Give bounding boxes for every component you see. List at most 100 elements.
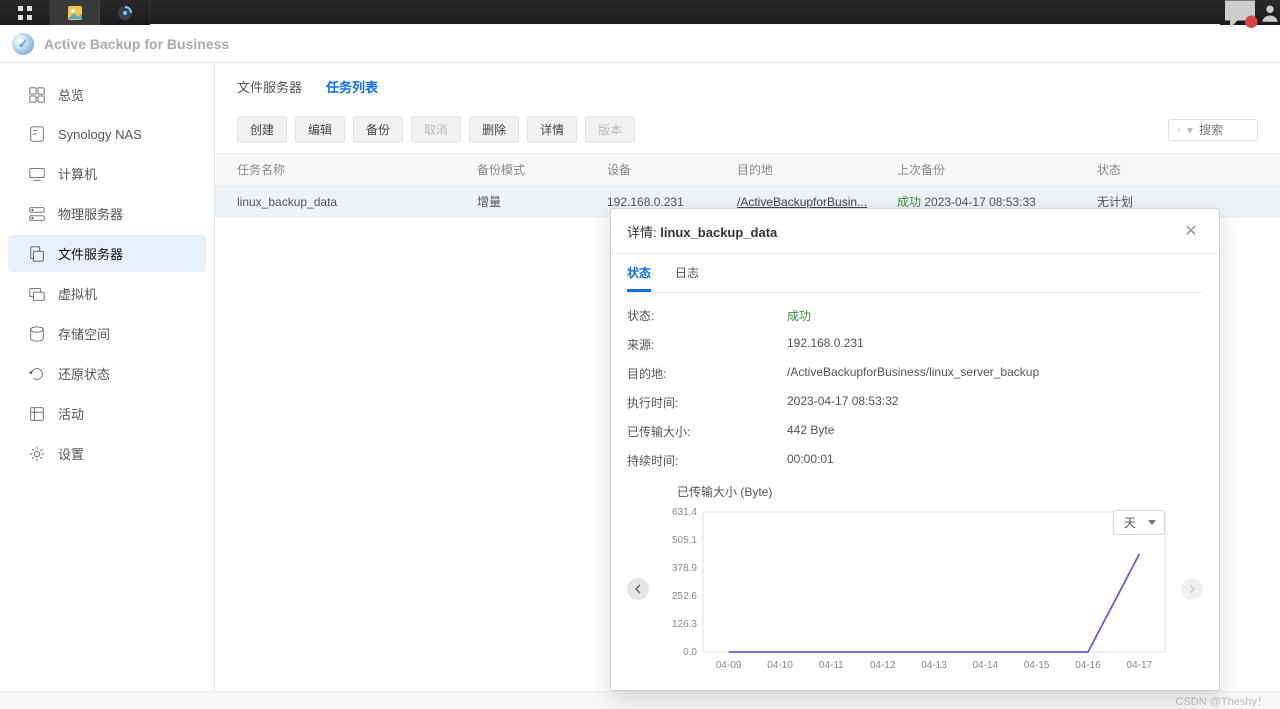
sidebar-item-computer[interactable]: 计算机 [8, 155, 206, 192]
col-last[interactable]: 上次备份 [897, 161, 1097, 178]
details-button[interactable]: 详情 [527, 116, 577, 143]
vm-icon [28, 285, 46, 303]
close-icon[interactable]: ✕ [1179, 219, 1203, 243]
taskbar-apps-icon[interactable] [0, 0, 50, 25]
svg-text:378.9: 378.9 [672, 563, 697, 574]
taskbar-app-abb[interactable] [100, 0, 150, 25]
svg-text:04-10: 04-10 [767, 660, 793, 671]
col-mode[interactable]: 备份模式 [477, 161, 607, 178]
search-box[interactable]: ▾ [1168, 119, 1258, 141]
search-input[interactable] [1199, 123, 1249, 137]
create-button[interactable]: 创建 [237, 116, 287, 143]
watermark: CSDN @Theshy！ [1176, 693, 1268, 709]
toolbar: 创建 编辑 备份 取消 删除 详情 版本 ▾ [215, 106, 1280, 153]
last-time: 2023-04-17 08:53:33 [924, 195, 1035, 209]
sidebar-item-synology-nas[interactable]: Synology NAS [8, 116, 206, 152]
col-device[interactable]: 设备 [607, 161, 737, 178]
sidebar-item-label: 活动 [58, 404, 84, 423]
kv-exec-label: 执行时间: [627, 394, 787, 411]
kv-size-value: 442 Byte [787, 423, 1203, 440]
delete-button[interactable]: 删除 [469, 116, 519, 143]
svg-text:505.1: 505.1 [672, 535, 697, 546]
chart: 0.0 126.3 252.6 378.9 505.1 631.4 04-09 04-10 04… [655, 504, 1175, 674]
sidebar-item-label: 虚拟机 [58, 284, 97, 303]
storage-icon [28, 325, 46, 343]
sidebar-item-physical-server[interactable]: 物理服务器 [8, 195, 206, 232]
details-modal: 详情: linux_backup_data ✕ 状态 日志 状态:成功 来源:1… [610, 208, 1220, 691]
sidebar: 总览 Synology NAS 计算机 物理服务器 文件服务器 虚拟机 存储空间 [0, 63, 215, 691]
svg-text:252.6: 252.6 [672, 591, 697, 602]
modal-tab-state[interactable]: 状态 [627, 264, 651, 292]
svg-text:631.4: 631.4 [672, 507, 697, 518]
sidebar-item-overview[interactable]: 总览 [8, 76, 206, 113]
nas-icon [28, 125, 46, 143]
modal-tab-log[interactable]: 日志 [675, 264, 699, 292]
sidebar-item-label: 总览 [58, 85, 84, 104]
physical-server-icon [28, 205, 46, 223]
sidebar-item-activity[interactable]: 活动 [8, 395, 206, 432]
backup-button[interactable]: 备份 [353, 116, 403, 143]
sidebar-item-storage[interactable]: 存储空间 [8, 315, 206, 352]
taskbar-chat-icon[interactable] [1220, 0, 1260, 25]
subtab-file-server[interactable]: 文件服务器 [237, 77, 302, 102]
sidebar-item-label: 还原状态 [58, 364, 110, 383]
app-title: Active Backup for Business [44, 36, 229, 52]
svg-text:126.3: 126.3 [672, 619, 697, 630]
taskbar-app-photo[interactable] [50, 0, 100, 25]
col-name[interactable]: 任务名称 [237, 161, 477, 178]
cell-mode: 增量 [477, 193, 607, 210]
kv-source-label: 来源: [627, 336, 787, 353]
activity-icon [28, 405, 46, 423]
sidebar-item-label: Synology NAS [58, 127, 142, 142]
computer-icon [28, 165, 46, 183]
sidebar-item-label: 计算机 [58, 164, 97, 183]
svg-text:04-09: 04-09 [716, 660, 742, 671]
chart-range-dropdown[interactable]: 天 [1113, 510, 1165, 535]
svg-text:04-16: 04-16 [1075, 660, 1101, 671]
svg-text:04-13: 04-13 [921, 660, 947, 671]
svg-text:04-12: 04-12 [870, 660, 896, 671]
status-ok-label: 成功 [897, 195, 921, 209]
app-icon: ✓ [12, 33, 34, 55]
svg-text:04-15: 04-15 [1024, 660, 1050, 671]
sidebar-item-restore-status[interactable]: 还原状态 [8, 355, 206, 392]
svg-text:04-14: 04-14 [973, 660, 999, 671]
grid-header: 任务名称 备份模式 设备 目的地 上次备份 状态 [215, 153, 1280, 186]
kv-state-value: 成功 [787, 307, 1203, 324]
svg-text:04-17: 04-17 [1127, 660, 1153, 671]
chart-next-button [1181, 578, 1203, 600]
overview-icon [28, 86, 46, 104]
chart-prev-button[interactable] [627, 578, 649, 600]
kv-source-value: 192.168.0.231 [787, 336, 1203, 353]
modal-tabs: 状态 日志 [611, 254, 1219, 292]
gear-icon [28, 445, 46, 463]
sidebar-item-label: 设置 [58, 444, 84, 463]
sidebar-item-file-server[interactable]: 文件服务器 [8, 235, 206, 272]
svg-text:04-11: 04-11 [819, 660, 844, 671]
app-title-bar: ✓ Active Backup for Business [0, 25, 1280, 63]
kv-exec-value: 2023-04-17 08:53:32 [787, 394, 1203, 411]
col-state[interactable]: 状态 [1097, 161, 1258, 178]
sidebar-item-label: 存储空间 [58, 324, 110, 343]
col-dest[interactable]: 目的地 [737, 161, 897, 178]
taskbar-user-icon[interactable] [1260, 0, 1280, 25]
sidebar-item-label: 文件服务器 [58, 244, 123, 263]
subtab-task-list[interactable]: 任务列表 [326, 77, 378, 102]
os-taskbar [0, 0, 1280, 25]
chart-title: 已传输大小 (Byte) [627, 479, 1203, 504]
restore-icon [28, 365, 46, 383]
kv-dur-value: 00:00:01 [787, 452, 1203, 469]
kv-dest-value: /ActiveBackupforBusiness/linux_server_ba… [787, 365, 1203, 382]
svg-text:0.0: 0.0 [683, 647, 697, 658]
watermark-bar: CSDN @Theshy！ [0, 691, 1280, 709]
edit-button[interactable]: 编辑 [295, 116, 345, 143]
cell-dest-link[interactable]: /ActiveBackupforBusin... [737, 195, 897, 209]
kv-dur-label: 持续时间: [627, 452, 787, 469]
version-button: 版本 [585, 116, 635, 143]
search-icon [1177, 123, 1181, 137]
cell-name: linux_backup_data [237, 195, 477, 209]
kv-dest-label: 目的地: [627, 365, 787, 382]
sidebar-item-settings[interactable]: 设置 [8, 435, 206, 472]
kv-size-label: 已传输大小: [627, 423, 787, 440]
sidebar-item-virtual-machine[interactable]: 虚拟机 [8, 275, 206, 312]
